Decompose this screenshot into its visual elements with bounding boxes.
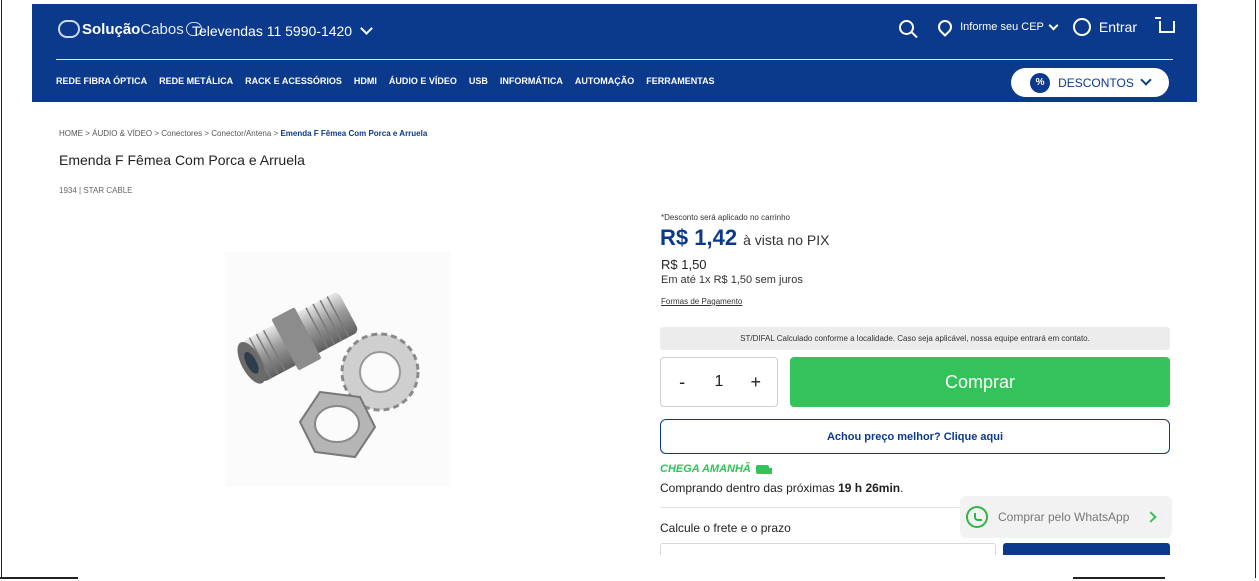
shipping-calc-button[interactable]: [1003, 543, 1170, 555]
frame-right-edge: [1255, 0, 1256, 578]
chevron-down-icon: [360, 22, 373, 35]
breadcrumb-current: Emenda F Fêmea Com Porca e Arruela: [280, 129, 428, 138]
cep-selector[interactable]: Informe seu CEP: [960, 20, 1059, 33]
descontos-label: DESCONTOS: [1058, 75, 1134, 90]
header-actions: Informe seu CEP Entrar: [899, 17, 1175, 37]
quantity-stepper: - 1 +: [660, 357, 778, 407]
cep-label: Informe seu CEP: [960, 21, 1044, 33]
shipping-label: Calcule o frete e o prazo: [660, 521, 791, 535]
user-icon[interactable]: [1072, 18, 1091, 36]
pix-price: R$ 1,42: [660, 225, 738, 250]
main-nav: REDE FIBRA ÓPTICA REDE METÁLICA RACK E A…: [56, 76, 727, 86]
nav-item-ferramentas[interactable]: FERRAMENTAS: [646, 76, 714, 86]
logo-text-bold: Solução: [82, 20, 141, 38]
countdown-prefix: Comprando dentro das próximas: [660, 481, 839, 495]
nav-item-automacao[interactable]: AUTOMAÇÃO: [575, 76, 634, 86]
cart-icon[interactable]: [1155, 17, 1175, 33]
frame-bottom-edge: [1073, 577, 1165, 579]
discount-note: *Desconto será aplicado no carrinho: [661, 213, 790, 222]
search-icon[interactable]: [899, 19, 915, 35]
product-meta: 1934 | STAR CABLE: [59, 186, 133, 195]
whatsapp-icon: [966, 506, 988, 528]
nav-item-audio-e-video[interactable]: ÁUDIO E VÍDEO: [389, 76, 457, 86]
nav-item-rack-e-acessorios[interactable]: RACK E ACESSÓRIOS: [245, 76, 342, 86]
nav-item-rede-fibra-optica[interactable]: REDE FIBRA ÓPTICA: [56, 76, 147, 86]
product-photo: [225, 252, 450, 487]
quantity-value[interactable]: 1: [715, 373, 724, 391]
chevron-right-icon: [1145, 511, 1158, 523]
countdown-suffix: .: [900, 481, 904, 495]
logo-text-light: Cabos: [140, 20, 184, 38]
shipping-cep-input[interactable]: [660, 543, 996, 555]
breadcrumb[interactable]: HOME > ÁUDIO & VÍDEO > Conectores > Cone…: [59, 129, 427, 138]
site-logo[interactable]: Solução Cabos: [58, 20, 202, 38]
page-title: Emenda F Fêmea Com Porca e Arruela: [59, 152, 305, 168]
header-divider: [56, 59, 1173, 60]
full-price: R$ 1,50: [661, 257, 707, 272]
login-link[interactable]: Entrar: [1099, 19, 1137, 35]
delivery-badge: CHEGA AMANHÃ: [660, 463, 772, 475]
truck-icon: [755, 464, 772, 474]
site-header: Solução Cabos Televendas 11 5990-1420 In…: [32, 4, 1197, 102]
televendas-dropdown[interactable]: Televendas 11 5990-1420: [192, 22, 373, 39]
nav-item-hdmi[interactable]: HDMI: [354, 76, 377, 86]
chevron-down-icon: [1140, 74, 1152, 86]
delivery-label: CHEGA AMANHÃ: [660, 463, 751, 475]
difal-notice: ST/DIFAL Calculado conforme a localidade…: [660, 327, 1170, 350]
pix-label: à vista no PIX: [743, 232, 830, 248]
installments-text: Em até 1x R$ 1,50 sem juros: [661, 274, 803, 286]
descontos-button[interactable]: % DESCONTOS: [1011, 68, 1169, 97]
frame-bottom-edge: [0, 577, 78, 579]
better-price-button[interactable]: Achou preço melhor? Clique aqui: [660, 419, 1170, 454]
delivery-countdown: Comprando dentro das próximas 19 h 26min…: [660, 481, 903, 495]
televendas-label: Televendas 11 5990-1420: [192, 23, 353, 39]
payment-methods-link[interactable]: Formas de Pagamento: [661, 297, 742, 306]
nav-item-usb[interactable]: USB: [469, 76, 488, 86]
buy-button[interactable]: Comprar: [790, 357, 1170, 407]
logo-mark-icon: [58, 20, 80, 38]
pix-price-block: R$ 1,42 à vista no PIX: [660, 225, 829, 251]
nav-item-informatica[interactable]: INFORMÁTICA: [500, 76, 563, 86]
breadcrumb-path[interactable]: HOME > ÁUDIO & VÍDEO > Conectores > Cone…: [59, 129, 280, 138]
increase-quantity-button[interactable]: +: [746, 372, 766, 393]
location-pin-icon[interactable]: [935, 17, 956, 37]
whatsapp-label: Comprar pelo WhatsApp: [998, 510, 1130, 524]
whatsapp-buy-button[interactable]: Comprar pelo WhatsApp: [960, 496, 1172, 538]
nav-item-rede-metalica[interactable]: REDE METÁLICA: [159, 76, 233, 86]
chevron-down-icon: [1048, 20, 1059, 30]
frame-left-edge: [1, 0, 2, 578]
countdown-time: 19 h 26min: [838, 481, 901, 495]
product-image[interactable]: [225, 252, 450, 487]
decrease-quantity-button[interactable]: -: [672, 372, 692, 393]
percent-badge-icon: %: [1030, 72, 1051, 93]
